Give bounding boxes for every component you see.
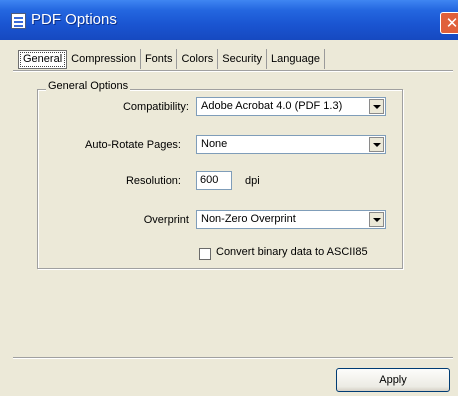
tab-divider xyxy=(13,70,453,72)
tab-security[interactable]: Security xyxy=(218,49,268,69)
ascii85-checkbox[interactable] xyxy=(199,248,211,260)
tab-general[interactable]: General xyxy=(18,50,68,69)
resolution-unit: dpi xyxy=(245,175,260,187)
tab-compression[interactable]: Compression xyxy=(67,49,141,69)
auto-rotate-label: Auto-Rotate Pages: xyxy=(84,139,181,151)
tab-language[interactable]: Language xyxy=(267,49,325,69)
close-icon[interactable]: ✕ xyxy=(440,12,458,34)
overprint-value: Non-Zero Overprint xyxy=(201,213,296,225)
window-title: PDF Options xyxy=(31,11,117,28)
title-bar[interactable]: PDF Options ✕ xyxy=(0,0,458,40)
document-icon xyxy=(11,13,26,29)
overprint-label: Overprint xyxy=(143,214,189,226)
auto-rotate-dropdown[interactable]: None xyxy=(196,135,386,154)
chevron-down-icon[interactable] xyxy=(369,99,384,114)
chevron-down-icon[interactable] xyxy=(369,212,384,227)
bottom-divider xyxy=(13,357,453,359)
chevron-down-icon[interactable] xyxy=(369,137,384,152)
tab-colors[interactable]: Colors xyxy=(177,49,219,69)
ascii85-label[interactable]: Convert binary data to ASCII85 xyxy=(216,246,368,258)
pdf-options-window: PDF Options ✕ General Compression Fonts … xyxy=(0,0,458,396)
resolution-label: Resolution: xyxy=(125,175,181,187)
auto-rotate-value: None xyxy=(201,138,228,150)
apply-button[interactable]: Apply xyxy=(336,368,450,392)
compatibility-value: Adobe Acrobat 4.0 (PDF 1.3) xyxy=(201,100,343,112)
compatibility-dropdown[interactable]: Adobe Acrobat 4.0 (PDF 1.3) xyxy=(196,97,386,116)
tab-fonts[interactable]: Fonts xyxy=(141,49,178,69)
resolution-input[interactable]: 600 xyxy=(196,171,232,190)
tab-strip: General Compression Fonts Colors Securit… xyxy=(18,49,325,71)
overprint-dropdown[interactable]: Non-Zero Overprint xyxy=(196,210,386,229)
general-options-title: General Options xyxy=(46,80,131,92)
compatibility-label: Compatibility: xyxy=(122,101,189,113)
